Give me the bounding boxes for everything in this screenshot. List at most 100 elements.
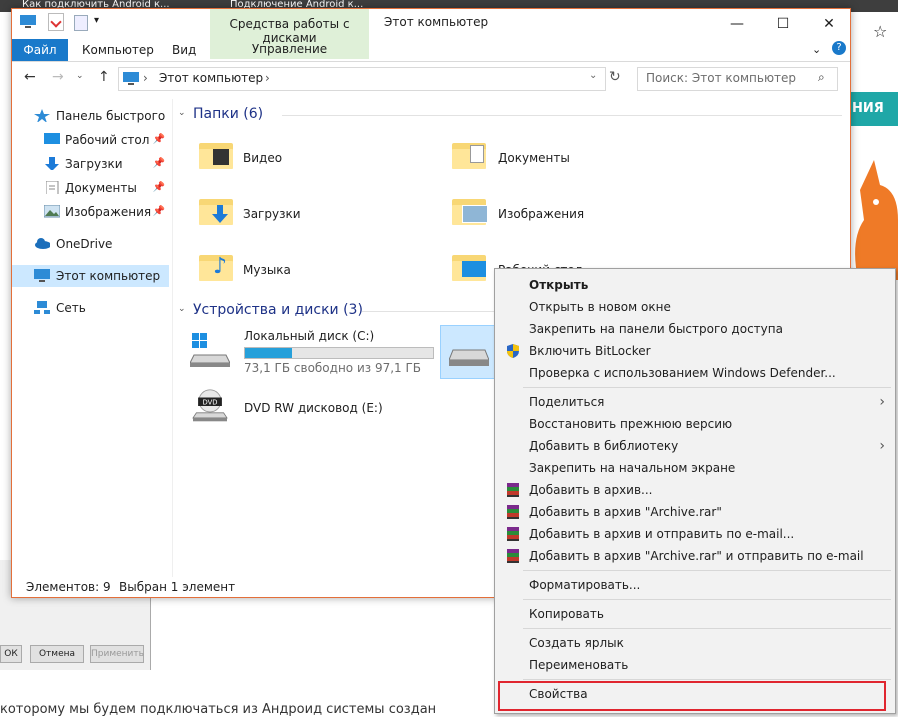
video-folder-icon (199, 141, 233, 169)
tab-view[interactable]: Вид (172, 39, 196, 61)
sidebar-item-desktop[interactable]: Рабочий стол 📌 (12, 129, 169, 151)
up-arrow-icon[interactable]: ↑ (98, 69, 110, 85)
minimize-button[interactable]: — (714, 11, 760, 37)
menu-item-add-archive[interactable]: Добавить в архив... (495, 479, 895, 501)
folder-item-music[interactable]: ♪ Музыка (199, 249, 439, 289)
menu-item-open-new-window[interactable]: Открыть в новом окне (495, 296, 895, 318)
folder-label: Изображения (498, 207, 585, 221)
cloud-icon (35, 238, 50, 249)
winrar-icon (507, 505, 519, 519)
tab-file[interactable]: Файл (12, 39, 68, 61)
collapse-chevron-icon[interactable]: ⌄ (178, 108, 186, 118)
menu-item-label: Добавить в библиотеку (529, 439, 679, 453)
menu-item-add-archive-rar[interactable]: Добавить в архив "Archive.rar" (495, 501, 895, 523)
document-icon (46, 181, 59, 194)
folder-item-video[interactable]: Видео (199, 137, 439, 177)
menu-item-add-to-library[interactable]: Добавить в библиотеку › (495, 435, 895, 457)
chevron-right-icon[interactable]: › (143, 71, 148, 85)
menu-item-pin-start[interactable]: Закрепить на начальном экране (495, 457, 895, 479)
tab-computer[interactable]: Компьютер (82, 39, 154, 61)
recent-chevron-icon[interactable]: ⌄ (76, 71, 84, 81)
new-folder-quick-icon[interactable] (74, 15, 88, 31)
drive-name: DVD RW дисковод (E:) (244, 401, 383, 415)
music-folder-icon: ♪ (199, 253, 233, 281)
menu-item-label: Переименовать (529, 658, 629, 672)
search-input[interactable]: Поиск: Этот компьютер ⌕ (637, 67, 838, 91)
drive-usage-fill (245, 348, 292, 358)
menu-separator (523, 387, 891, 388)
menu-item-restore-version[interactable]: Восстановить прежнюю версию (495, 413, 895, 435)
sidebar-item-quick-access[interactable]: Панель быстрого доступа (12, 105, 169, 127)
menu-item-label: Поделиться (529, 395, 605, 409)
highlight-box (498, 681, 886, 711)
download-arrow-icon (45, 157, 59, 170)
sidebar-item-label: Сеть (56, 301, 86, 315)
winrar-icon (507, 549, 519, 563)
sidebar-item-network[interactable]: Сеть (12, 297, 169, 319)
menu-separator (523, 679, 891, 680)
menu-item-rename[interactable]: Переименовать (495, 654, 895, 676)
back-arrow-icon[interactable]: ← (24, 69, 36, 85)
apply-button[interactable]: Применить (90, 645, 144, 663)
menu-item-label: Открыть (529, 278, 589, 292)
collapse-chevron-icon[interactable]: ⌄ (178, 304, 186, 314)
menu-item-defender-scan[interactable]: Проверка с использованием Windows Defend… (495, 362, 895, 384)
sidebar-item-label: Этот компьютер (56, 269, 161, 283)
menu-item-create-shortcut[interactable]: Создать ярлык (495, 632, 895, 654)
sidebar-item-label: Загрузки (65, 157, 123, 171)
menu-item-share[interactable]: Поделиться › (495, 391, 895, 413)
drive-item-dvd[interactable]: DVD DVD RW дисковод (E:) (190, 389, 440, 433)
sidebar-item-downloads[interactable]: Загрузки 📌 (12, 153, 169, 175)
pictures-folder-icon (452, 197, 488, 225)
folder-label: Документы (498, 151, 570, 165)
hard-drive-icon (449, 349, 489, 366)
bookmark-star-icon[interactable]: ☆ (873, 22, 887, 41)
menu-item-bitlocker[interactable]: Включить BitLocker (495, 340, 895, 362)
menu-item-format[interactable]: Форматировать... (495, 574, 895, 596)
folder-label: Музыка (243, 263, 291, 277)
menu-item-label: Включить BitLocker (529, 344, 651, 358)
search-icon[interactable]: ⌕ (818, 70, 825, 85)
sidebar-item-onedrive[interactable]: OneDrive (12, 233, 169, 255)
menu-separator (523, 628, 891, 629)
folder-item-downloads[interactable]: Загрузки (199, 193, 439, 233)
drive-item-selected[interactable] (440, 325, 502, 379)
properties-quick-icon[interactable] (48, 13, 64, 31)
chevron-right-icon[interactable]: › (265, 71, 270, 85)
sidebar-item-pictures[interactable]: Изображения 📌 (12, 201, 169, 223)
menu-separator (523, 570, 891, 571)
menu-item-copy[interactable]: Копировать (495, 603, 895, 625)
expand-ribbon-icon[interactable]: ⌄ (812, 43, 821, 56)
menu-item-add-archive-rar-email[interactable]: Добавить в архив "Archive.rar" и отправи… (495, 545, 895, 567)
shield-icon (507, 344, 519, 358)
menu-separator (523, 599, 891, 600)
menu-item-open[interactable]: Открыть (495, 274, 895, 296)
ok-button[interactable]: ОК (0, 645, 22, 663)
forward-arrow-icon[interactable]: → (52, 69, 64, 85)
address-dropdown-icon[interactable]: ⌄ (589, 70, 597, 81)
folder-item-documents[interactable]: Документы (452, 137, 692, 177)
menu-item-label: Восстановить прежнюю версию (529, 417, 733, 431)
close-button[interactable]: ✕ (806, 11, 852, 37)
pin-icon[interactable]: 📌 (153, 177, 165, 199)
help-icon[interactable]: ? (832, 41, 846, 55)
sidebar-item-documents[interactable]: Документы 📌 (12, 177, 169, 199)
menu-item-pin-quick-access[interactable]: Закрепить на панели быстрого доступа (495, 318, 895, 340)
maximize-button[interactable]: ☐ (760, 11, 806, 37)
sidebar-item-this-pc[interactable]: Этот компьютер (12, 265, 169, 287)
address-bar[interactable]: › Этот компьютер › ⌄ (118, 67, 606, 91)
menu-item-add-archive-email[interactable]: Добавить в архив и отправить по e-mail..… (495, 523, 895, 545)
refresh-icon[interactable]: ↻ (609, 69, 621, 85)
folders-group-header[interactable]: Папки (6) (193, 106, 263, 122)
desktop-icon (44, 133, 60, 144)
cancel-button[interactable]: Отмена (30, 645, 84, 663)
address-path[interactable]: Этот компьютер (159, 71, 263, 85)
chevron-down-icon[interactable]: ▾ (94, 15, 99, 26)
pin-icon[interactable]: 📌 (153, 129, 165, 151)
pin-icon[interactable]: 📌 (153, 201, 165, 223)
winrar-icon (507, 527, 519, 541)
pin-icon[interactable]: 📌 (153, 153, 165, 175)
devices-group-header[interactable]: Устройства и диски (3) (193, 302, 363, 318)
drive-item-c[interactable]: Локальный диск (C:) 73,1 ГБ свободно из … (190, 325, 440, 377)
folder-item-pictures[interactable]: Изображения (452, 193, 692, 233)
